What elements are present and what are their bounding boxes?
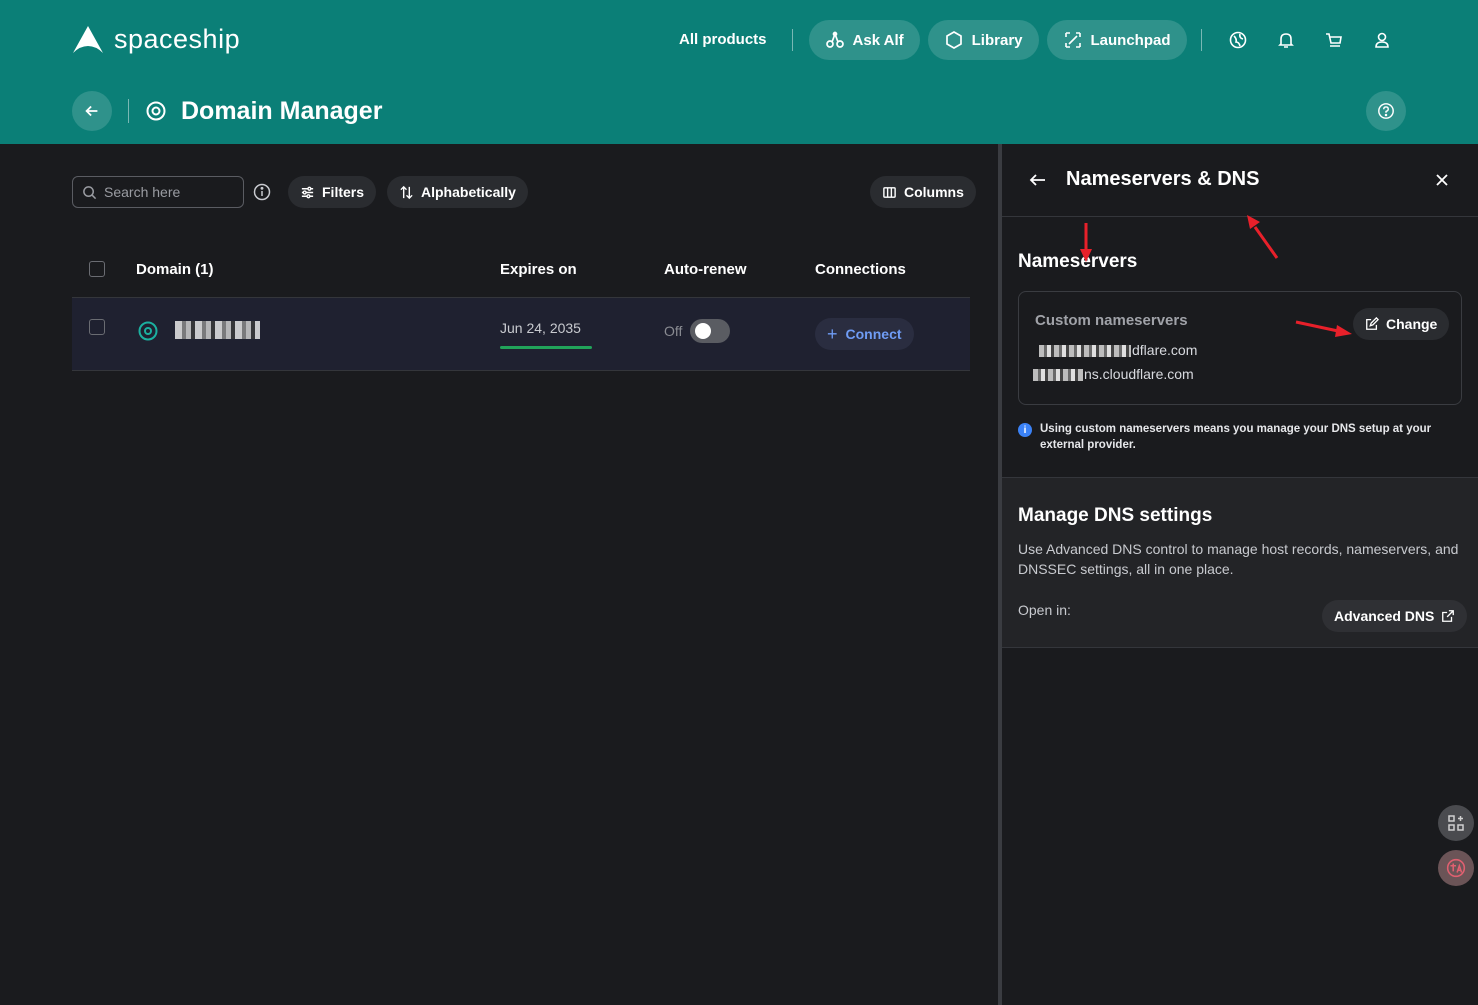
domain-toolbar: Search here Filters Alphabetically Colum… [72,176,976,208]
search-icon [83,185,97,199]
column-domain[interactable]: Domain (1) [136,261,214,278]
nav-divider [1200,29,1202,51]
advanced-dns-label: Advanced DNS [1334,608,1435,624]
back-button[interactable] [72,91,112,131]
apps-grid-icon [1448,815,1464,831]
top-header: spaceship All products Ask Alf Library L… [0,0,1478,144]
column-autorenew[interactable]: Auto-renew [664,261,747,278]
cart-icon[interactable] [1324,30,1344,50]
connect-button[interactable]: + Connect [815,318,914,350]
nav-divider [791,29,793,51]
column-expires[interactable]: Expires on [500,261,577,278]
sort-label: Alphabetically [421,184,516,200]
page-title: Domain Manager [181,96,383,125]
library-button[interactable]: Library [927,20,1039,60]
edit-icon [1366,317,1379,330]
table-row[interactable]: Jun 24, 2035 Off + Connect [72,298,970,371]
hexagon-icon [945,31,962,49]
column-connections[interactable]: Connections [815,261,906,278]
custom-nameservers-label: Custom nameservers [1035,312,1188,329]
sliders-icon [301,186,314,198]
nameserver-1: dflare.com [1039,342,1197,358]
domain-table: Domain (1) Expires on Auto-renew Connect… [72,240,970,371]
autorenew-toggle[interactable] [690,319,730,343]
expiry-progress-bar [500,346,592,349]
open-in-label: Open in: [1018,602,1071,618]
launchpad-button[interactable]: Launchpad [1046,20,1187,60]
globe-icon[interactable] [1228,30,1248,50]
main-nav: All products Ask Alf Library Launchpad [660,20,1392,60]
filters-button[interactable]: Filters [288,176,377,208]
close-icon[interactable] [1432,170,1452,190]
sort-button[interactable]: Alphabetically [387,176,528,208]
sort-arrows-icon [400,185,413,199]
brand-name: spaceship [114,24,241,54]
launchpad-icon [1064,32,1081,48]
nameserver-1-visible: dflare.com [1132,342,1198,358]
search-input[interactable]: Search here [72,176,244,208]
alf-icon [825,31,844,48]
nameserver-2: ns.cloudflare.com [1033,366,1194,382]
connect-label: Connect [845,326,902,342]
spaceship-logo[interactable]: spaceship [72,24,240,55]
ask-alf-label: Ask Alf [852,31,904,49]
custom-nameservers-card: Custom nameservers dflare.com ns.cloudfl… [1018,291,1462,405]
domain-name-redacted[interactable] [175,321,260,339]
info-circle-icon: i [1018,423,1032,437]
external-link-icon [1442,610,1455,622]
nameserver-2-redacted [1033,369,1083,382]
domain-target-icon [146,101,166,121]
translate-icon [1446,858,1466,878]
nameservers-note-text: Using custom nameservers means you manag… [1040,423,1432,451]
manage-dns-heading: Manage DNS settings [1018,505,1213,526]
expires-date: Jun 24, 2035 [500,320,581,336]
domain-status-icon [138,321,158,341]
columns-button[interactable]: Columns [870,176,976,208]
nameservers-dns-panel: Nameservers & DNS Nameservers Custom nam… [1002,144,1478,1005]
filters-label: Filters [322,184,365,200]
arrow-left-icon [85,105,98,117]
apps-widget-button[interactable] [1438,805,1474,841]
table-header: Domain (1) Expires on Auto-renew Connect… [72,240,970,298]
help-icon [1378,103,1394,119]
info-icon[interactable] [252,182,272,202]
plus-icon: + [827,324,838,344]
panel-back-arrow-icon[interactable] [1028,170,1048,190]
user-icon[interactable] [1372,30,1392,50]
nameservers-heading: Nameservers [1018,251,1138,272]
panel-title: Nameservers & DNS [1066,168,1260,190]
columns-icon [883,186,896,198]
change-label: Change [1386,316,1438,332]
translate-widget-button[interactable] [1438,850,1474,886]
nameservers-info-note: i Using custom nameservers means you man… [1018,421,1458,453]
toggle-knob [695,323,711,339]
autorenew-state: Off [664,323,683,339]
help-button[interactable] [1366,91,1406,131]
page-header: Domain Manager [72,91,382,131]
row-checkbox[interactable] [89,319,105,335]
all-products-link[interactable]: All products [660,20,786,60]
manage-dns-description: Use Advanced DNS control to manage host … [1018,541,1459,577]
ask-alf-button[interactable]: Ask Alf [808,20,920,60]
panel-header: Nameservers & DNS [1002,144,1478,217]
manage-dns-section: Manage DNS settings Use Advanced DNS con… [1002,477,1478,648]
header-divider [128,99,129,123]
search-placeholder: Search here [104,184,181,200]
nameserver-2-visible: ns.cloudflare.com [1084,366,1194,382]
nameserver-1-redacted [1039,345,1131,358]
library-label: Library [971,31,1023,49]
advanced-dns-button[interactable]: Advanced DNS [1322,600,1468,632]
columns-label: Columns [904,184,964,200]
launchpad-label: Launchpad [1090,31,1171,49]
change-nameservers-button[interactable]: Change [1353,308,1450,340]
bell-icon[interactable] [1276,30,1296,50]
select-all-checkbox[interactable] [89,261,105,277]
rocket-logo-icon [73,25,103,53]
